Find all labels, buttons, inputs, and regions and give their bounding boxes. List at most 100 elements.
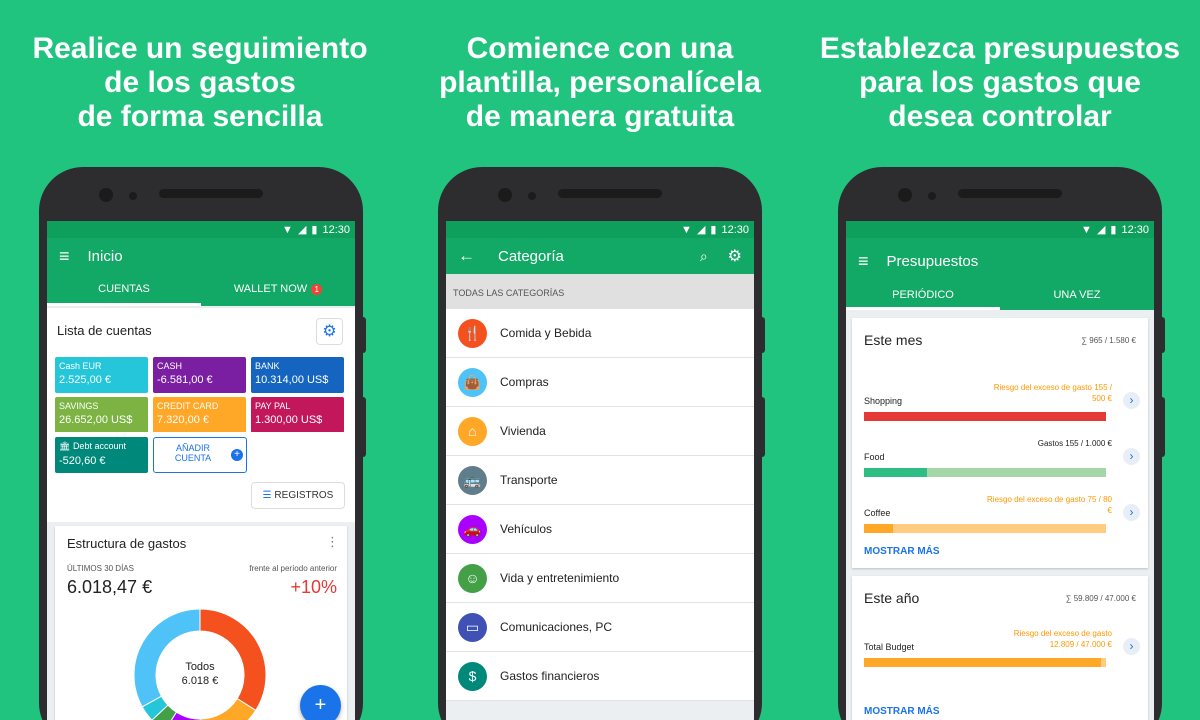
screen: ▼ ◢ ▮ 12:30 ≡ Presupuestos PERIÓDICO UNA V… xyxy=(846,221,1154,720)
fork-knife-icon: 🍴 xyxy=(458,318,487,348)
compare-label: frente al período anterior xyxy=(249,564,337,573)
camera-icon xyxy=(898,188,912,202)
screen: ▼ ◢ ▮ 12:30 ← Categoría ⌕ ⚙ TODAS LAS CATE… xyxy=(446,221,754,720)
account-tile[interactable]: BANK 10.314,00 US$ xyxy=(251,357,344,393)
back-arrow-icon[interactable]: ← xyxy=(458,246,498,266)
menu-icon[interactable]: ≡ xyxy=(59,246,70,267)
signal-icon: ◢ xyxy=(297,224,307,236)
budget-progress-fill xyxy=(864,468,927,477)
tab-periodico[interactable]: PERIÓDICO xyxy=(846,284,1000,310)
category-label: Gastos financieros xyxy=(500,669,600,683)
wifi-icon: ▼ xyxy=(1081,223,1092,236)
budget-track xyxy=(864,524,1106,533)
category-row[interactable]: $ Gastos financieros xyxy=(446,652,754,701)
category-row[interactable]: ⌂ Vivienda xyxy=(446,407,754,456)
category-label: Transporte xyxy=(500,473,558,487)
budget-name: Shopping xyxy=(864,396,903,406)
account-tile[interactable]: SAVINGS 26.652,00 US$ xyxy=(55,397,148,433)
add-fab-button[interactable]: + xyxy=(300,685,341,720)
battery-icon: ▮ xyxy=(1110,224,1117,236)
category-row[interactable]: ▭ Comunicaciones, PC xyxy=(446,603,754,652)
year-budget-card: Este año ∑ 59.809 / 47.000 € MOSTRAR MÁS… xyxy=(852,576,1148,720)
app-bar: ≡ Inicio xyxy=(47,238,355,274)
budget-note: Gastos 155 / 1.000 € xyxy=(1037,439,1112,448)
year-summary: ∑ 59.809 / 47.000 € xyxy=(1065,594,1136,603)
phone-budgets: ▼ ◢ ▮ 12:30 ≡ Presupuestos PERIÓDICO UNA V… xyxy=(838,167,1165,720)
tab-wallet-now[interactable]: WALLET NOW 1 xyxy=(201,274,355,306)
budget-note: Riesgo del exceso de gasto 155 / 500 € xyxy=(993,383,1112,403)
more-vert-icon[interactable]: ⋮ xyxy=(326,534,339,550)
side-button xyxy=(1160,317,1165,353)
menu-icon[interactable]: ≡ xyxy=(858,251,869,272)
shopping-bag-icon: 👜 xyxy=(458,367,487,397)
budget-progress-fill xyxy=(864,524,894,533)
sensor-icon xyxy=(129,192,137,200)
signal-icon: ◢ xyxy=(1096,224,1106,236)
chevron-right-icon[interactable]: › xyxy=(1123,448,1140,465)
donut-slice xyxy=(199,608,267,712)
expenses-title: Estructura de gastos xyxy=(67,536,187,551)
page-title: Inicio xyxy=(87,247,123,265)
search-icon[interactable]: ⌕ xyxy=(700,248,708,265)
bank-icon: 🏛 xyxy=(59,441,73,451)
account-tile[interactable]: PAY PAL 1.300,00 US$ xyxy=(251,397,344,433)
gear-icon[interactable]: ⚙ xyxy=(728,246,742,266)
settings-gear-icon[interactable]: ⚙ xyxy=(316,318,343,345)
status-time: 12:30 xyxy=(322,223,350,236)
status-time: 12:30 xyxy=(1121,223,1149,236)
category-label: Comunicaciones, PC xyxy=(500,620,613,634)
status-bar: ▼ ◢ ▮ 12:30 xyxy=(846,221,1154,238)
side-button xyxy=(760,317,765,353)
page-title: Categoría xyxy=(498,247,564,265)
tab-una-vez[interactable]: UNA VEZ xyxy=(1000,284,1154,310)
show-more-link[interactable]: MOSTRAR MÁS xyxy=(864,706,940,717)
tab-cuentas[interactable]: CUENTAS xyxy=(47,274,201,306)
month-summary: ∑ 965 / 1.580 € xyxy=(1081,336,1136,345)
page-title: Presupuestos xyxy=(886,252,979,270)
category-row[interactable]: ☺ Vida y entretenimiento xyxy=(446,554,754,603)
account-tile[interactable]: 🏛 Debt account -520,60 € xyxy=(55,437,148,473)
car-icon: 🚗 xyxy=(458,514,487,544)
house-icon: ⌂ xyxy=(458,416,487,446)
headline-1: Realice un seguimiento de los gastos de … xyxy=(32,32,368,133)
budget-progress-fill xyxy=(864,658,1102,667)
phone-accounts: ▼ ◢ ▮ 12:30 ≡ Inicio CUENTAS WALLET NOW 1 L… xyxy=(39,167,366,720)
records-button[interactable]: ☰ REGISTROS xyxy=(251,482,345,509)
account-tile[interactable]: CASH -6.581,00 € xyxy=(153,357,246,393)
budget-progress-fill xyxy=(864,412,1106,421)
status-bar: ▼ ◢ ▮ 12:30 xyxy=(47,221,355,238)
wifi-icon: ▼ xyxy=(681,223,692,236)
status-time: 12:30 xyxy=(721,223,749,236)
budget-note: Riesgo del exceso de gasto 75 / 80 € xyxy=(987,495,1112,515)
side-button xyxy=(1160,397,1165,457)
budget-name: Total Budget xyxy=(864,642,915,652)
category-row[interactable]: 👜 Compras xyxy=(446,358,754,407)
bus-icon: 🚌 xyxy=(458,465,487,495)
account-tile[interactable]: CREDIT CARD 7.320,00 € xyxy=(153,397,246,433)
speaker-grille xyxy=(558,189,662,198)
side-button xyxy=(760,397,765,457)
account-tile[interactable]: Cash EUR 2.525,00 € xyxy=(55,357,148,393)
category-label: Vida y entretenimiento xyxy=(500,571,620,585)
donut-center-value: 6.018 € xyxy=(181,675,219,687)
change-percent: +10% xyxy=(290,577,337,597)
chevron-right-icon[interactable]: › xyxy=(1123,504,1140,521)
chevron-right-icon[interactable]: › xyxy=(1123,638,1140,655)
chevron-right-icon[interactable]: › xyxy=(1123,392,1140,409)
tab-bar: CUENTAS WALLET NOW 1 xyxy=(47,274,355,306)
app-bar: ≡ Presupuestos xyxy=(846,238,1154,284)
accounts-card: Lista de cuentas ⚙ Cash EUR 2.525,00 € CA… xyxy=(47,308,355,433)
show-more-link[interactable]: MOSTRAR MÁS xyxy=(864,546,940,557)
wifi-icon: ▼ xyxy=(282,223,293,236)
category-row[interactable]: 🚗 Vehículos xyxy=(446,505,754,554)
period-label: ÚLTIMOS 30 DÍAS xyxy=(67,564,134,573)
budget-name: Coffee xyxy=(864,508,891,518)
category-row[interactable]: 🍴 Comida y Bebida xyxy=(446,309,754,358)
budget-note: Riesgo del exceso de gasto 12.809 / 47.0… xyxy=(1013,629,1112,649)
year-title: Este año xyxy=(864,590,920,606)
month-budget-card: Este mes ∑ 965 / 1.580 € MOSTRAR MÁS Sho… xyxy=(852,318,1148,568)
app-bar: ← Categoría ⌕ ⚙ xyxy=(446,238,754,274)
category-row[interactable]: 🚌 Transporte xyxy=(446,456,754,505)
side-button xyxy=(361,317,366,353)
speaker-grille xyxy=(958,189,1062,198)
